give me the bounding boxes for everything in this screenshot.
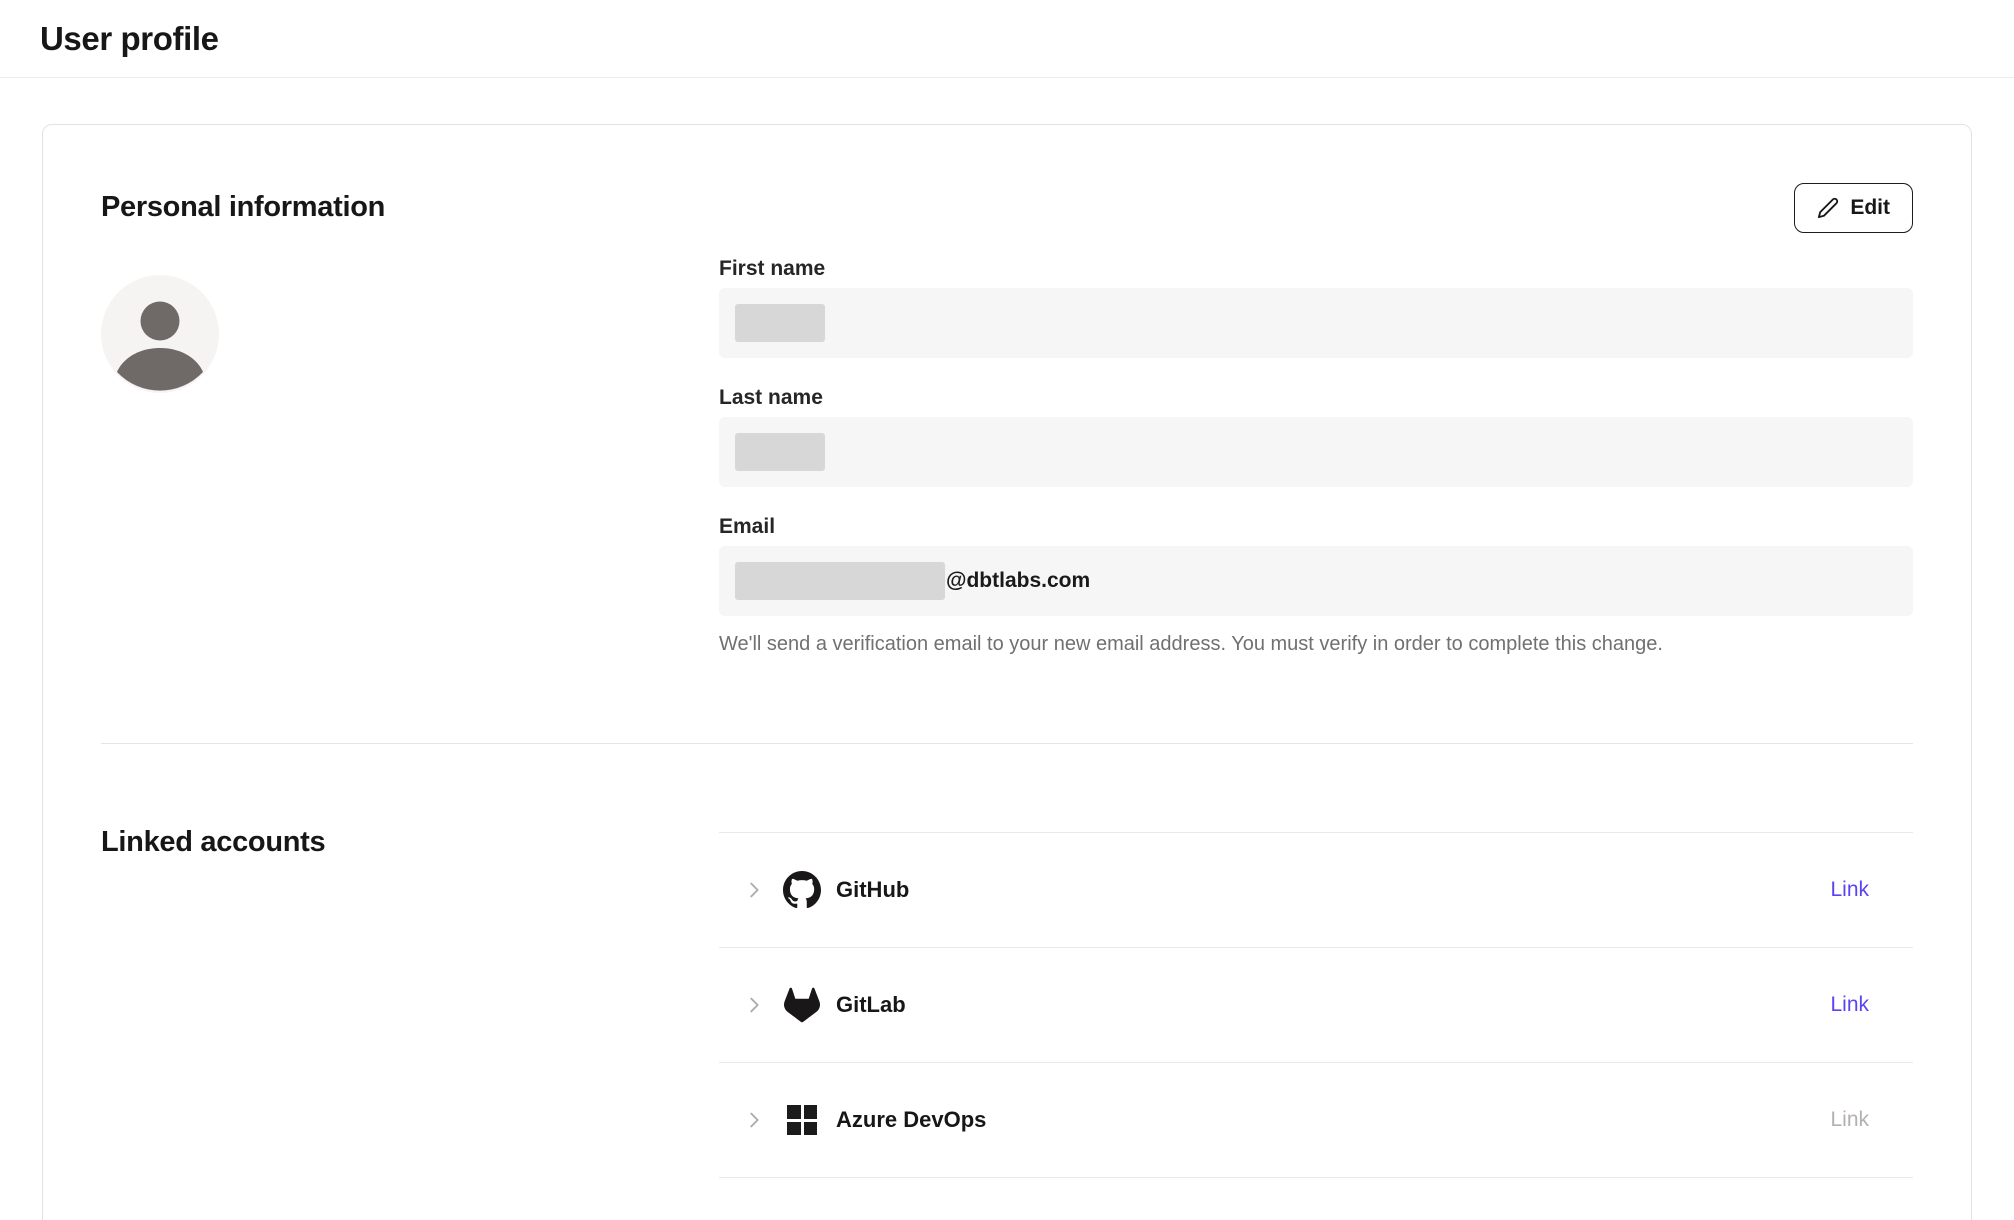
github-link-button[interactable]: Link [1830, 878, 1869, 902]
github-icon [783, 871, 821, 909]
edit-button-label: Edit [1850, 196, 1890, 220]
email-field: @dbtlabs.com [719, 546, 1913, 616]
redacted-value [735, 562, 945, 600]
fields-column: First name Last name Email @dbtlabs. [719, 258, 1913, 657]
chevron-right-icon[interactable] [743, 1109, 765, 1131]
first-name-field [719, 288, 1913, 358]
linked-accounts-list: GitHub Link GitLab Link [719, 832, 1913, 1178]
linked-accounts-heading-column: Linked accounts [101, 744, 719, 1178]
azure-devops-link-button[interactable]: Link [1830, 1108, 1869, 1132]
avatar-column [101, 258, 719, 657]
account-row-gitlab: GitLab Link [719, 948, 1913, 1063]
personal-info-heading: Personal information [101, 183, 385, 224]
redacted-value [735, 304, 825, 342]
main-content: Personal information Edit [0, 124, 2014, 1220]
redacted-value [735, 433, 825, 471]
last-name-label: Last name [719, 387, 1913, 409]
email-domain: @dbtlabs.com [946, 569, 1090, 593]
gitlab-icon [783, 986, 821, 1024]
last-name-group: Last name [719, 387, 1913, 487]
account-row-github: GitHub Link [719, 833, 1913, 948]
account-row-azure-devops: Azure DevOps Link [719, 1063, 1913, 1178]
first-name-group: First name [719, 258, 1913, 358]
pencil-icon [1817, 197, 1839, 219]
personal-info-body: First name Last name Email @dbtlabs. [101, 258, 1913, 657]
linked-accounts-section: Linked accounts GitHub Link [101, 744, 1913, 1178]
last-name-field [719, 417, 1913, 487]
profile-card: Personal information Edit [42, 124, 1972, 1220]
chevron-right-icon[interactable] [743, 994, 765, 1016]
linked-accounts-heading: Linked accounts [101, 826, 719, 859]
page-header: User profile [0, 0, 2014, 78]
edit-button[interactable]: Edit [1794, 183, 1913, 233]
personal-info-header: Personal information Edit [101, 183, 1913, 237]
account-name: GitLab [836, 992, 906, 1018]
account-name: Azure DevOps [836, 1107, 986, 1133]
email-label: Email [719, 516, 1913, 538]
account-name: GitHub [836, 877, 909, 903]
email-help-text: We'll send a verification email to your … [719, 631, 1913, 657]
first-name-label: First name [719, 258, 1913, 280]
azure-devops-icon [783, 1101, 821, 1139]
avatar [101, 275, 219, 393]
gitlab-link-button[interactable]: Link [1830, 993, 1869, 1017]
chevron-right-icon[interactable] [743, 879, 765, 901]
page-title: User profile [40, 20, 219, 58]
email-group: Email @dbtlabs.com We'll send a verifica… [719, 516, 1913, 657]
